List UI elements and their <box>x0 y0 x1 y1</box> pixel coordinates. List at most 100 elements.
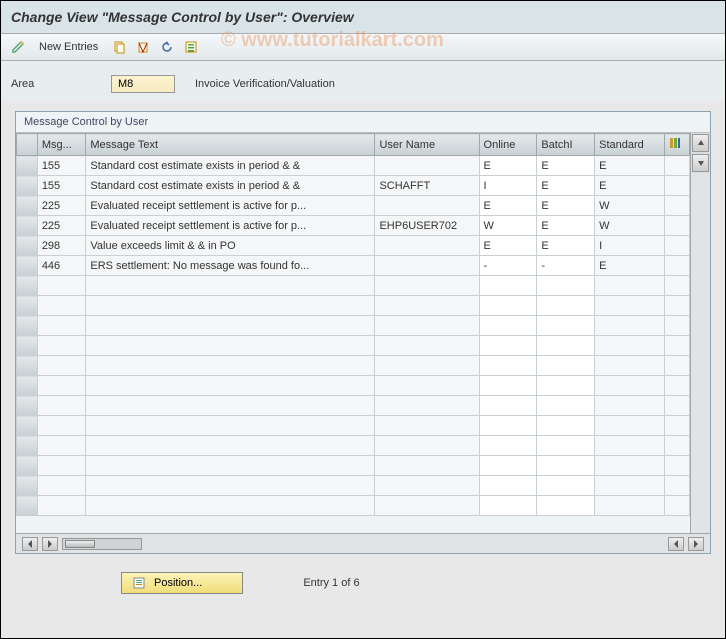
toggle-display-change-icon[interactable] <box>9 38 27 56</box>
row-selector[interactable] <box>17 236 38 256</box>
table-row[interactable] <box>17 456 690 476</box>
row-selector[interactable] <box>17 216 38 236</box>
row-selector[interactable] <box>17 416 38 436</box>
cell-online[interactable]: E <box>479 196 537 216</box>
cell-standard: W <box>595 196 664 216</box>
scroll-left-end-icon[interactable] <box>668 537 684 551</box>
table-row[interactable] <box>17 396 690 416</box>
cell-online[interactable]: - <box>479 256 537 276</box>
row-selector[interactable] <box>17 356 38 376</box>
scroll-right-icon[interactable] <box>42 537 58 551</box>
position-button[interactable]: Position... <box>121 572 243 594</box>
cell-standard: W <box>595 216 664 236</box>
row-selector[interactable] <box>17 336 38 356</box>
cell-online[interactable]: E <box>479 236 537 256</box>
vertical-scrollbar[interactable] <box>690 133 710 533</box>
cell-msg: 155 <box>37 156 86 176</box>
table-panel: Message Control by User Msg... Message T… <box>15 111 711 554</box>
row-selector[interactable] <box>17 256 38 276</box>
scroll-right-end-icon[interactable] <box>688 537 704 551</box>
cell-user: EHP6USER702 <box>375 216 479 236</box>
table-row[interactable] <box>17 376 690 396</box>
table-row[interactable] <box>17 496 690 516</box>
cell-pad <box>664 156 689 176</box>
row-selector[interactable] <box>17 156 38 176</box>
row-selector[interactable] <box>17 456 38 476</box>
table-row[interactable] <box>17 476 690 496</box>
horizontal-scrollbar[interactable] <box>16 533 710 553</box>
row-selector[interactable] <box>17 296 38 316</box>
table-config-icon[interactable] <box>664 134 689 156</box>
cell-text: Standard cost estimate exists in period … <box>86 156 375 176</box>
scroll-up-icon[interactable] <box>692 134 709 152</box>
table-row[interactable] <box>17 316 690 336</box>
column-batch[interactable]: BatchI <box>537 134 595 156</box>
row-selector[interactable] <box>17 376 38 396</box>
row-selector[interactable] <box>17 496 38 516</box>
cell-batch[interactable]: E <box>537 216 595 236</box>
cell-user <box>375 236 479 256</box>
row-selector[interactable] <box>17 316 38 336</box>
select-all-icon[interactable] <box>182 38 200 56</box>
cell-user <box>375 256 479 276</box>
new-entries-button[interactable]: New Entries <box>33 41 104 53</box>
cell-online[interactable]: E <box>479 156 537 176</box>
table-row[interactable] <box>17 296 690 316</box>
row-selector[interactable] <box>17 276 38 296</box>
area-row: Area M8 Invoice Verification/Valuation <box>1 61 725 101</box>
cell-msg: 155 <box>37 176 86 196</box>
cell-standard: E <box>595 156 664 176</box>
cell-batch[interactable]: E <box>537 236 595 256</box>
table-row[interactable]: 155Standard cost estimate exists in peri… <box>17 156 690 176</box>
table-row[interactable]: 155Standard cost estimate exists in peri… <box>17 176 690 196</box>
cell-batch[interactable]: E <box>537 156 595 176</box>
row-selector[interactable] <box>17 196 38 216</box>
row-selector[interactable] <box>17 176 38 196</box>
table-row[interactable]: 446ERS settlement: No message was found … <box>17 256 690 276</box>
cell-online[interactable]: W <box>479 216 537 236</box>
cell-msg: 225 <box>37 196 86 216</box>
table-row[interactable]: 225Evaluated receipt settlement is activ… <box>17 216 690 236</box>
cell-text: Evaluated receipt settlement is active f… <box>86 196 375 216</box>
cell-pad <box>664 236 689 256</box>
cell-online[interactable]: I <box>479 176 537 196</box>
row-selector[interactable] <box>17 436 38 456</box>
table-row[interactable] <box>17 336 690 356</box>
row-selector[interactable] <box>17 476 38 496</box>
column-selector[interactable] <box>17 134 38 156</box>
scroll-down-icon[interactable] <box>692 154 709 172</box>
copy-as-icon[interactable] <box>110 38 128 56</box>
column-msg[interactable]: Msg... <box>37 134 86 156</box>
cell-standard: I <box>595 236 664 256</box>
column-online[interactable]: Online <box>479 134 537 156</box>
column-user[interactable]: User Name <box>375 134 479 156</box>
cell-standard: E <box>595 256 664 276</box>
cell-text: Value exceeds limit & & in PO <box>86 236 375 256</box>
cell-standard: E <box>595 176 664 196</box>
area-value: M8 <box>111 75 175 93</box>
cell-batch[interactable]: E <box>537 196 595 216</box>
entry-counter: Entry 1 of 6 <box>303 577 359 589</box>
delete-icon[interactable] <box>134 38 152 56</box>
cell-batch[interactable]: - <box>537 256 595 276</box>
row-selector[interactable] <box>17 396 38 416</box>
table-row[interactable]: 225Evaluated receipt settlement is activ… <box>17 196 690 216</box>
table-row[interactable] <box>17 276 690 296</box>
table-row[interactable] <box>17 436 690 456</box>
cell-user <box>375 196 479 216</box>
cell-msg: 298 <box>37 236 86 256</box>
column-text[interactable]: Message Text <box>86 134 375 156</box>
cell-pad <box>664 256 689 276</box>
scroll-left-icon[interactable] <box>22 537 38 551</box>
footer: Position... Entry 1 of 6 <box>1 554 725 594</box>
scroll-track[interactable] <box>62 538 142 550</box>
page-title: Change View "Message Control by User": O… <box>1 1 725 34</box>
table-row[interactable]: 298Value exceeds limit & & in POEEI <box>17 236 690 256</box>
table-row[interactable] <box>17 416 690 436</box>
table-row[interactable] <box>17 356 690 376</box>
toolbar: New Entries <box>1 34 725 61</box>
cell-batch[interactable]: E <box>537 176 595 196</box>
panel-title: Message Control by User <box>16 112 710 133</box>
column-standard[interactable]: Standard <box>595 134 664 156</box>
undo-change-icon[interactable] <box>158 38 176 56</box>
